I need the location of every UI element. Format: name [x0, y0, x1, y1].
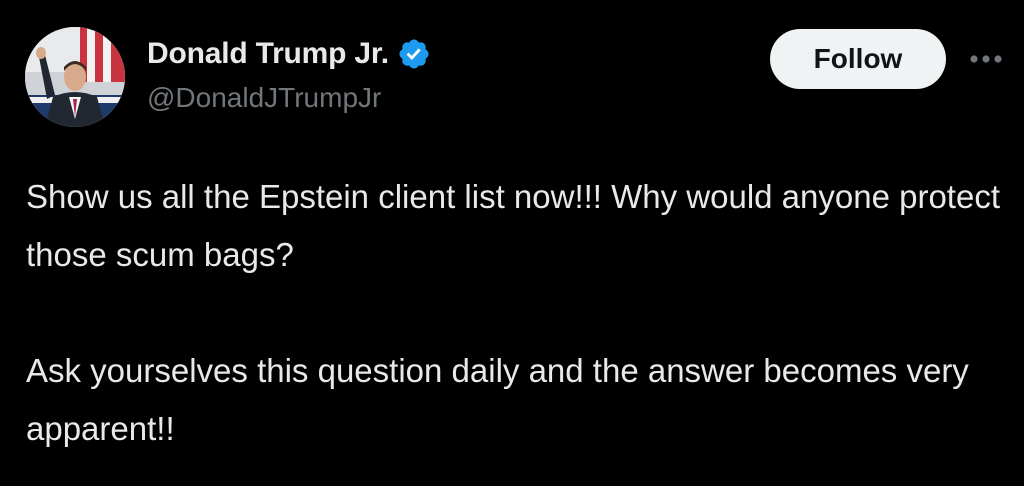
tweet-paragraph: Ask yourselves this question daily and t… [26, 352, 969, 447]
verified-badge-icon [399, 39, 429, 69]
follow-button[interactable]: Follow [770, 29, 946, 89]
display-name[interactable]: Donald Trump Jr. [147, 37, 389, 71]
tweet-card: Donald Trump Jr. @DonaldJTrumpJr Follow … [0, 0, 1024, 486]
profile-photo-icon [25, 27, 125, 127]
tweet-text: Show us all the Epstein client list now!… [26, 168, 1006, 458]
more-horizontal-icon [970, 55, 1002, 63]
avatar[interactable] [25, 27, 125, 127]
tweet-paragraph: Show us all the Epstein client list now!… [26, 178, 1000, 273]
author-name-row: Donald Trump Jr. [147, 36, 431, 72]
author-handle[interactable]: @DonaldJTrumpJr [147, 82, 381, 114]
more-options-button[interactable] [966, 46, 1006, 72]
